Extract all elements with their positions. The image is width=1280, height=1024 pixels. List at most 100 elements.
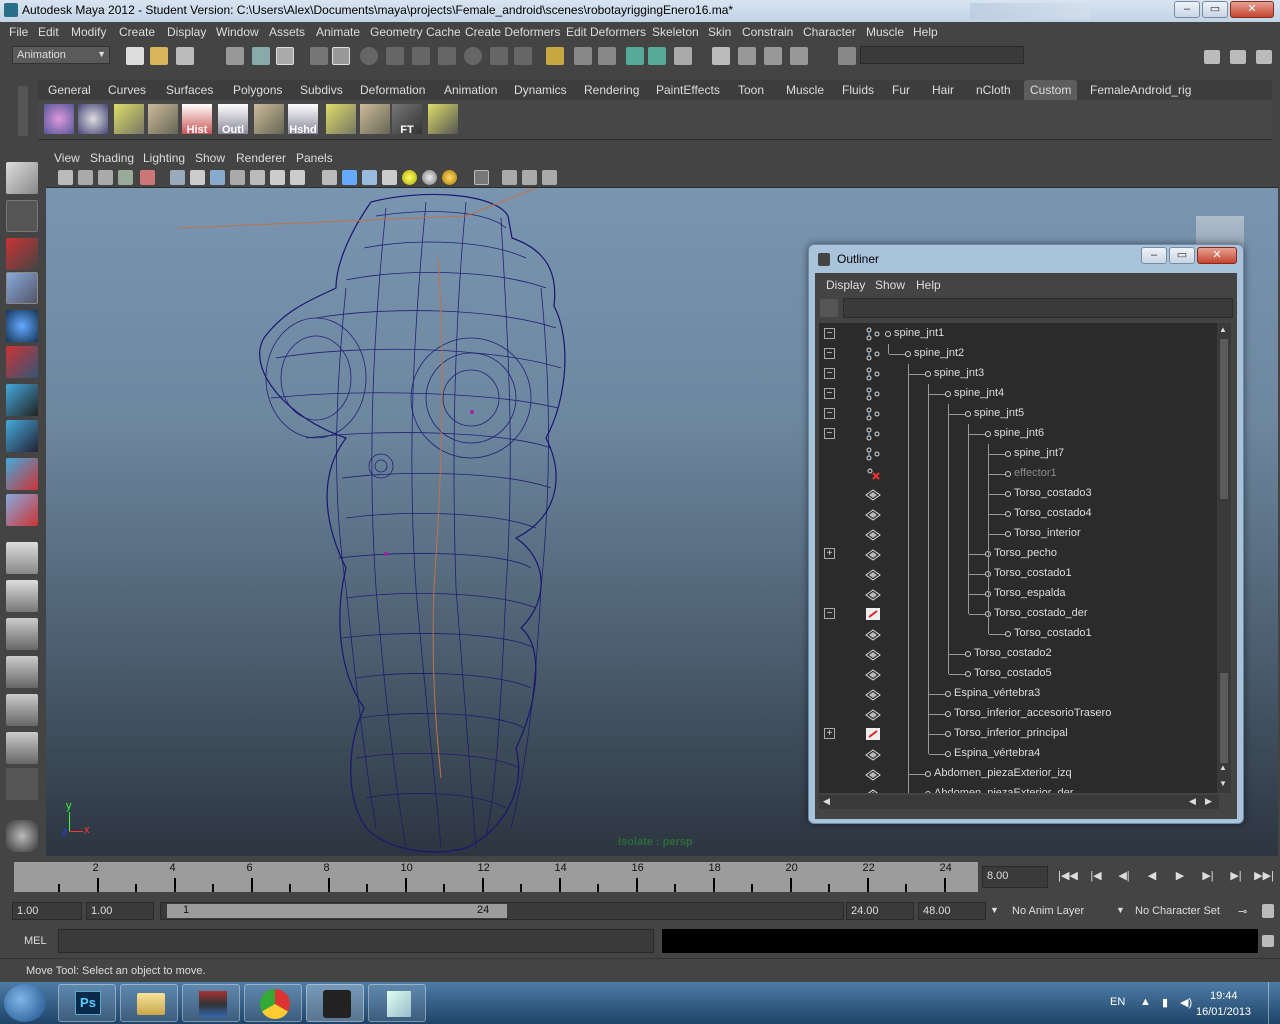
viewport-menu-panels[interactable]: Panels: [296, 151, 333, 165]
outliner-horizontal-scrollbar[interactable]: ◀ ◀ ▶: [819, 795, 1219, 809]
time-slider[interactable]: 2 4 6 8 10 12 14 16 18 20 22 24: [14, 862, 978, 892]
input-line-icon[interactable]: [838, 47, 856, 65]
range-slider-bar[interactable]: 1 24: [167, 904, 507, 918]
clock-time[interactable]: 19:44: [1210, 990, 1238, 1002]
taskbar-notepad[interactable]: [368, 984, 426, 1022]
menu-file[interactable]: File: [9, 25, 28, 39]
tab-hair[interactable]: Hair: [926, 80, 960, 100]
language-indicator[interactable]: EN: [1110, 996, 1125, 1008]
tab-muscle[interactable]: Muscle: [780, 80, 830, 100]
taskbar-explorer[interactable]: [120, 984, 178, 1022]
lasso-tool-icon[interactable]: [6, 200, 38, 232]
outliner-row[interactable]: + Torso_pecho: [819, 544, 1219, 564]
play-forwards-icon[interactable]: ▶: [1170, 869, 1190, 887]
shelf-tool-icon[interactable]: [428, 104, 458, 134]
tab-animation[interactable]: Animation: [438, 80, 503, 100]
outliner-row[interactable]: − spine_jnt5: [819, 404, 1219, 424]
camera-attributes-icon[interactable]: [58, 170, 73, 185]
playback-start-field[interactable]: 1.00: [86, 902, 154, 920]
outliner-row[interactable]: Abdomen_piezaExterior_der: [819, 784, 1219, 793]
step-forward-frame-icon[interactable]: ▶|: [1198, 869, 1218, 887]
shadows-icon[interactable]: [442, 170, 457, 185]
collapse-icon[interactable]: −: [824, 368, 835, 379]
filter-icon[interactable]: [820, 299, 838, 317]
outliner-filter-field[interactable]: [843, 298, 1233, 318]
outliner-menu-help[interactable]: Help: [916, 278, 941, 292]
menu-edit[interactable]: Edit: [38, 25, 59, 39]
wireframe-icon[interactable]: [322, 170, 337, 185]
menu-skin[interactable]: Skin: [708, 25, 731, 39]
menu-constrain[interactable]: Constrain: [742, 25, 793, 39]
tab-rendering[interactable]: Rendering: [578, 80, 645, 100]
render-view-icon[interactable]: [712, 47, 730, 65]
tab-ncloth[interactable]: nCloth: [970, 80, 1017, 100]
isolate-select-icon[interactable]: [474, 170, 489, 185]
outliner-row[interactable]: Torso_costado5: [819, 664, 1219, 684]
menu-modify[interactable]: Modify: [71, 25, 106, 39]
expand-icon[interactable]: +: [824, 728, 835, 739]
command-input[interactable]: [58, 929, 654, 953]
network-icon[interactable]: ▮: [1162, 996, 1168, 1009]
scroll-left-icon[interactable]: ◀: [1189, 796, 1196, 807]
collapse-icon[interactable]: −: [824, 408, 835, 419]
scroll-right-icon[interactable]: ▶: [1205, 796, 1212, 807]
tab-surfaces[interactable]: Surfaces: [160, 80, 219, 100]
collapse-icon[interactable]: −: [824, 608, 835, 619]
clock-date[interactable]: 16/01/2013: [1196, 1006, 1251, 1018]
step-forward-key-icon[interactable]: ▶|: [1226, 869, 1246, 887]
shelf-outl-icon[interactable]: Outl: [218, 104, 248, 136]
save-scene-icon[interactable]: [176, 47, 194, 65]
paint-select-tool-icon[interactable]: [6, 238, 38, 270]
shelf-hist-icon[interactable]: Hist: [182, 104, 212, 136]
tab-painteffects[interactable]: PaintEffects: [650, 80, 726, 100]
attribute-editor-icon[interactable]: [1204, 50, 1220, 64]
taskbar-maya[interactable]: [306, 984, 364, 1022]
xray-joints-icon[interactable]: [522, 170, 537, 185]
select-joint-icon[interactable]: [386, 47, 404, 65]
shelf-uv-icon[interactable]: [254, 104, 284, 134]
safe-title-icon[interactable]: [290, 170, 305, 185]
select-component-icon[interactable]: [276, 47, 294, 65]
shelf-handle-bar[interactable]: [18, 86, 28, 136]
construction-history-icon[interactable]: [626, 47, 644, 65]
menu-display[interactable]: Display: [167, 25, 206, 39]
start-button[interactable]: [4, 984, 46, 1022]
scroll-left-icon[interactable]: ◀: [823, 796, 830, 807]
volume-icon[interactable]: ◀): [1180, 996, 1192, 1009]
universal-manipulator-icon[interactable]: [6, 384, 38, 416]
render-settings-icon[interactable]: [764, 47, 782, 65]
select-curve-icon[interactable]: [412, 47, 430, 65]
outliner-row[interactable]: − spine_jnt4: [819, 384, 1219, 404]
layout-more-icon[interactable]: [6, 768, 38, 800]
menu-edit-deformers[interactable]: Edit Deformers: [566, 25, 646, 39]
outliner-menu-show[interactable]: Show: [875, 278, 905, 292]
outliner-row[interactable]: Torso_espalda: [819, 584, 1219, 604]
outliner-menu-display[interactable]: Display: [826, 278, 865, 292]
shelf-materials-icon[interactable]: [78, 104, 108, 134]
outliner-row[interactable]: Torso_inferior_accesorioTrasero: [819, 704, 1219, 724]
wireframe-on-shaded-icon[interactable]: [362, 170, 377, 185]
outliner-row[interactable]: Espina_vértebra4: [819, 744, 1219, 764]
anim-prefs-icon[interactable]: [1262, 904, 1274, 918]
channel-box-icon[interactable]: [1256, 50, 1272, 64]
minimize-button[interactable]: –: [1174, 1, 1200, 18]
chevron-down-icon[interactable]: ▼: [1116, 905, 1125, 915]
tab-toon[interactable]: Toon: [732, 80, 770, 100]
expand-icon[interactable]: +: [824, 548, 835, 559]
playback-end-field[interactable]: 24.00: [846, 902, 914, 920]
anim-layer-label[interactable]: No Anim Layer: [1012, 905, 1084, 917]
menu-create[interactable]: Create: [119, 25, 155, 39]
outliner-row[interactable]: − spine_jnt6: [819, 424, 1219, 444]
bookmark-icon[interactable]: [78, 170, 93, 185]
lock-icon[interactable]: [546, 47, 564, 65]
rotate-tool-icon[interactable]: [6, 310, 38, 342]
script-editor-icon[interactable]: [1262, 935, 1274, 947]
snap-curve-icon[interactable]: [598, 47, 616, 65]
gate-mask-icon[interactable]: [230, 170, 245, 185]
viewport-menu-renderer[interactable]: Renderer: [236, 151, 286, 165]
four-pane-layout-icon[interactable]: [6, 580, 38, 612]
scale-tool-icon[interactable]: [6, 346, 38, 378]
scroll-down-icon[interactable]: ▼: [1219, 779, 1227, 788]
menu-muscle[interactable]: Muscle: [866, 25, 904, 39]
taskbar-photoshop[interactable]: Ps: [58, 984, 116, 1022]
